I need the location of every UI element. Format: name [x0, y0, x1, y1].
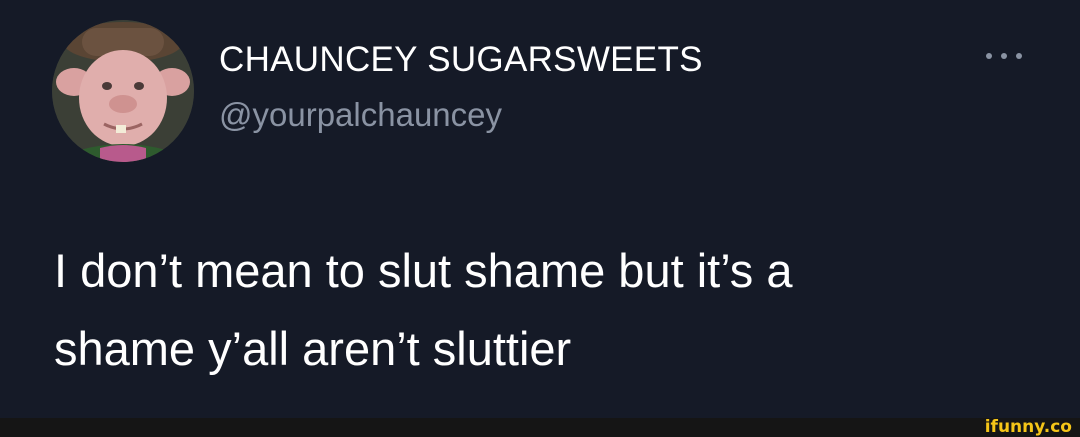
dot	[1016, 53, 1022, 59]
ifunny-watermark: ifunny.co	[984, 417, 1072, 437]
dot	[1001, 53, 1007, 59]
watermark-bar	[0, 418, 1080, 437]
dot	[986, 53, 992, 59]
tweet-text-line: I don’t mean to slut shame but it’s a	[54, 244, 793, 297]
tweet-card: CHAUNCEY SUGARSWEETS @yourpalchauncey I …	[0, 0, 1080, 418]
avatar[interactable]	[52, 20, 194, 162]
more-options-icon[interactable]	[986, 44, 1022, 68]
tweet-text-line: shame y’all aren’t sluttier	[54, 322, 572, 375]
tweet-text: I don’t mean to slut shame but it’s a sh…	[54, 232, 1054, 388]
display-name[interactable]: CHAUNCEY SUGARSWEETS	[219, 40, 703, 80]
user-handle[interactable]: @yourpalchauncey	[219, 96, 502, 134]
avatar-image	[52, 20, 194, 162]
